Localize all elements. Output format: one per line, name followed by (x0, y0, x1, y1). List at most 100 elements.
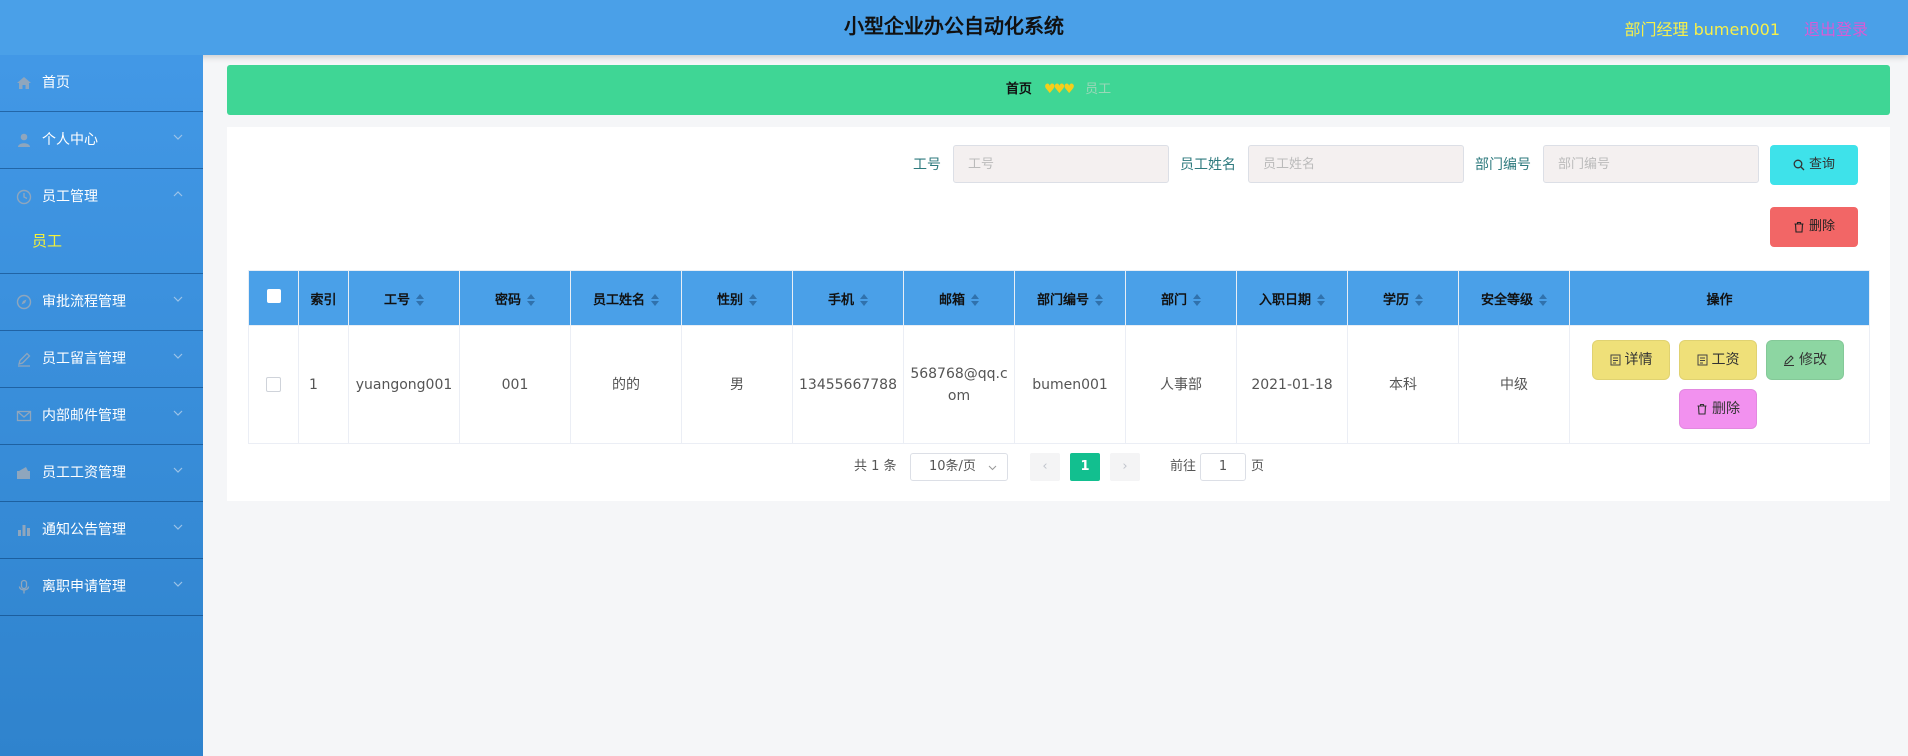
chevron-down-icon (988, 465, 997, 471)
goto-page-input[interactable]: 1 (1200, 453, 1246, 481)
home-icon (17, 77, 31, 89)
sidebar-item-resignation[interactable]: 离职申请管理 (0, 559, 203, 616)
sort-icon[interactable] (971, 294, 979, 306)
search-label-name: 员工姓名 (1180, 157, 1236, 173)
select-all-cell (248, 270, 299, 326)
total-count: 共 1 条 (854, 459, 897, 474)
chevron-up-icon (173, 191, 183, 197)
detail-button[interactable]: 详情 (1592, 340, 1670, 380)
col-header-gender[interactable]: 性别 (681, 270, 793, 326)
cell-index: 1 (298, 325, 349, 444)
sidebar-item-messages[interactable]: 员工留言管理 (0, 331, 203, 388)
compass-icon (16, 294, 32, 310)
document-icon (1697, 354, 1707, 366)
cell-gender: 男 (681, 325, 793, 444)
document-icon (1610, 354, 1620, 366)
sort-icon[interactable] (1415, 294, 1423, 306)
sort-icon[interactable] (1193, 294, 1201, 306)
chevron-down-icon (173, 134, 183, 140)
cell-name: 的的 (570, 325, 682, 444)
sidebar-item-salary[interactable]: 员工工资管理 (0, 445, 203, 502)
sidebar-item-label: 通知公告管理 (42, 522, 126, 538)
logout-link[interactable]: 退出登录 (1804, 16, 1868, 40)
chevron-down-icon (173, 467, 183, 473)
breadcrumb-current: 员工 (1085, 82, 1112, 97)
sidebar-subitem-employee[interactable]: 员工 (32, 225, 62, 257)
page-1-button[interactable]: 1 (1070, 453, 1100, 481)
batch-delete-button[interactable]: 删除 (1770, 207, 1858, 247)
sidebar-item-home[interactable]: 首页 (0, 55, 203, 112)
col-header-email[interactable]: 邮箱 (903, 270, 1015, 326)
page-size-select[interactable]: 10条/页 (910, 453, 1008, 481)
chevron-down-icon (173, 353, 183, 359)
search-icon (1793, 159, 1805, 170)
col-header-dept[interactable]: 部门 (1125, 270, 1237, 326)
top-header: 小型企业办公自动化系统 部门经理 bumen001 退出登录 (0, 0, 1908, 55)
mail-icon (16, 410, 32, 422)
wallet-icon (17, 467, 30, 479)
edit-icon (1784, 355, 1794, 366)
sort-icon[interactable] (651, 294, 659, 306)
sort-icon[interactable] (749, 294, 757, 306)
select-all-checkbox[interactable] (266, 289, 281, 303)
breadcrumb-separator: ♥♥♥ (1044, 82, 1075, 97)
sort-icon[interactable] (1539, 294, 1547, 306)
trash-icon (1697, 403, 1707, 415)
col-header-password[interactable]: 密码 (459, 270, 571, 326)
sidebar-item-label: 首页 (42, 75, 70, 91)
sort-icon[interactable] (527, 294, 535, 306)
col-header-phone[interactable]: 手机 (792, 270, 904, 326)
mic-icon (18, 579, 30, 594)
sidebar-item-mail[interactable]: 内部邮件管理 (0, 388, 203, 445)
goto-suffix: 页 (1251, 459, 1265, 474)
sort-icon[interactable] (1095, 294, 1103, 306)
trash-icon (1794, 221, 1804, 233)
col-header-dept-no[interactable]: 部门编号 (1014, 270, 1126, 326)
sidebar-item-label: 离职申请管理 (42, 579, 126, 595)
sidebar-item-label: 审批流程管理 (42, 294, 126, 310)
sidebar-item-notices[interactable]: 通知公告管理 (0, 502, 203, 559)
sort-icon[interactable] (416, 294, 424, 306)
col-header-education[interactable]: 学历 (1347, 270, 1459, 326)
app-title: 小型企业办公自动化系统 (844, 14, 1064, 38)
sidebar-item-personal[interactable]: 个人中心 (0, 112, 203, 169)
breadcrumb-home[interactable]: 首页 (1006, 82, 1032, 97)
row-delete-button[interactable]: 删除 (1679, 389, 1757, 429)
employee-table: 索引 工号 密码 员工姓名 性别 手机 邮箱 部门编号 部门 入职日期 学历 安… (248, 270, 1870, 444)
salary-button[interactable]: 工资 (1679, 340, 1757, 380)
col-header-name[interactable]: 员工姓名 (570, 270, 682, 326)
sort-icon[interactable] (860, 294, 868, 306)
sidebar-item-employee-mgmt[interactable]: 员工管理 (0, 169, 203, 225)
chart-icon (18, 525, 30, 536)
col-header-emp-no[interactable]: 工号 (348, 270, 460, 326)
col-header-actions: 操作 (1569, 270, 1870, 326)
next-page-button[interactable]: › (1110, 453, 1140, 481)
cell-education: 本科 (1347, 325, 1459, 444)
row-select-cell (248, 325, 299, 444)
search-label-dept-no: 部门编号 (1475, 157, 1531, 173)
col-header-security[interactable]: 安全等级 (1458, 270, 1570, 326)
cell-phone: 13455667788 (792, 325, 904, 444)
table-header-row: 索引 工号 密码 员工姓名 性别 手机 邮箱 部门编号 部门 入职日期 学历 安… (248, 270, 1870, 326)
row-checkbox[interactable] (266, 377, 281, 392)
sort-icon[interactable] (1317, 294, 1325, 306)
sidebar-submenu: 员工 (0, 225, 203, 274)
pagination: 共 1 条 10条/页 ‹ 1 › 前往 1 页 (227, 453, 1890, 481)
goto-label: 前往 (1170, 459, 1197, 474)
edit-button[interactable]: 修改 (1766, 340, 1844, 380)
col-header-join-date[interactable]: 入职日期 (1236, 270, 1348, 326)
cell-emp-no: yuangong001 (348, 325, 460, 444)
dept-no-input[interactable] (1543, 145, 1759, 183)
query-button[interactable]: 查询 (1770, 145, 1858, 185)
main-panel: 工号 员工姓名 部门编号 查询 删除 索引 工号 密码 员工姓名 性别 手机 邮… (227, 127, 1890, 501)
emp-no-input[interactable] (953, 145, 1169, 183)
chevron-down-icon (173, 410, 183, 416)
cell-security-level: 中级 (1458, 325, 1570, 444)
row-actions: 详情 工资 修改 删除 (1570, 326, 1869, 443)
pen-icon (18, 352, 31, 367)
prev-page-button[interactable]: ‹ (1030, 453, 1060, 481)
sidebar: 首页 个人中心 员工管理 员工 审批流程管理 员工留言管理 内部邮件管理 员工工… (0, 55, 203, 756)
name-input[interactable] (1248, 145, 1464, 183)
sidebar-item-approval[interactable]: 审批流程管理 (0, 274, 203, 331)
cell-email: 568768@qq.com (903, 325, 1015, 444)
